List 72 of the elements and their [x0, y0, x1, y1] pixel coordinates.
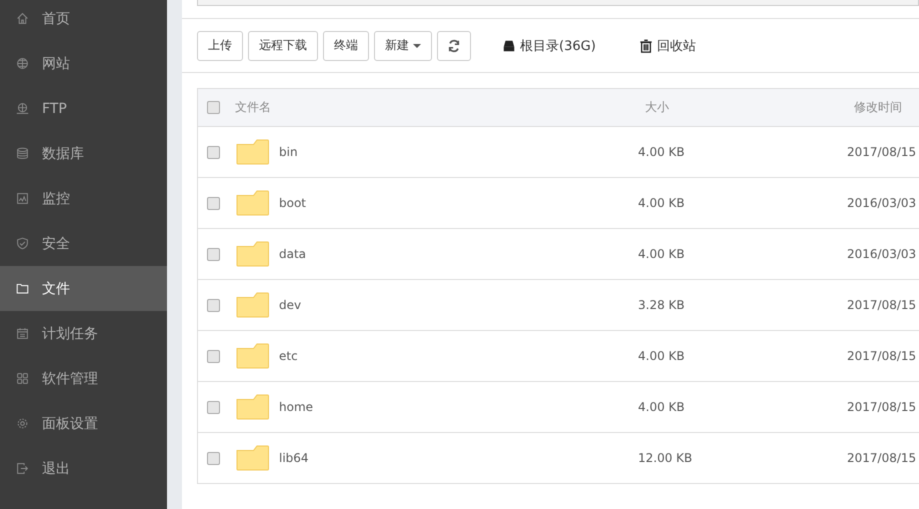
trash-icon — [638, 38, 653, 52]
file-size: 3.28 KB — [638, 298, 686, 312]
select-all-checkbox[interactable] — [207, 101, 220, 114]
sidebar-item[interactable]: 数据库 — [0, 131, 167, 176]
row-checkbox[interactable] — [207, 400, 220, 414]
column-header: 大小 — [644, 99, 670, 116]
toolbar-link[interactable]: 回收站 — [638, 36, 696, 54]
house-icon — [16, 12, 29, 25]
sidebar-item[interactable]: 面板设置 — [0, 401, 167, 446]
folder-icon — [236, 343, 269, 369]
file-name[interactable]: boot — [279, 196, 306, 210]
file-name[interactable]: data — [279, 247, 306, 261]
sidebar-item[interactable]: 软件管理 — [0, 356, 167, 401]
modified-time: 2017/08/15 — [847, 400, 918, 414]
row-checkbox[interactable] — [207, 298, 220, 312]
row-checkbox[interactable] — [207, 350, 220, 362]
sidebar-item[interactable]: 退出 — [0, 446, 167, 491]
globe-icon — [16, 57, 29, 70]
file-size: 4.00 KB — [638, 196, 686, 210]
file-size: 12.00 KB — [638, 451, 694, 465]
folder-icon — [16, 282, 29, 295]
exit-icon — [16, 462, 29, 475]
sidebar-item[interactable]: 首页 — [0, 0, 167, 41]
file-name[interactable]: bin — [279, 145, 298, 159]
file-name[interactable]: lib64 — [279, 451, 309, 465]
file-name[interactable]: home — [279, 400, 314, 414]
modified-time: 2016/03/03 — [847, 196, 918, 210]
file-size: 4.00 KB — [638, 145, 686, 159]
refresh-icon — [447, 38, 461, 52]
toolbar-button[interactable]: 远程下载 — [248, 30, 318, 60]
sidebar-item[interactable]: 文件 — [0, 266, 167, 311]
column-header: 修改时间 — [853, 99, 903, 116]
caret-icon — [413, 44, 421, 48]
sidebar-item[interactable]: 安全 — [0, 221, 167, 266]
file-size: 4.00 KB — [638, 349, 686, 363]
toolbar-button[interactable]: 终端 — [323, 30, 369, 60]
dropdown-button[interactable]: 新建 — [374, 30, 432, 60]
file-size: 4.00 KB — [638, 400, 686, 414]
file-name[interactable]: dev — [279, 298, 302, 312]
modified-time: 2017/08/15 — [847, 298, 918, 312]
row-checkbox[interactable] — [207, 248, 220, 260]
settings-icon — [16, 417, 29, 430]
folder-icon — [236, 394, 269, 420]
sidebar-item[interactable]: 计划任务 — [0, 311, 167, 356]
chart-icon — [16, 192, 29, 205]
row-checkbox[interactable] — [207, 196, 220, 210]
refresh-button[interactable] — [437, 30, 471, 60]
modified-time: 2017/08/15 — [847, 349, 918, 363]
modified-time: 2016/03/03 — [847, 247, 918, 261]
modified-time: 2017/08/15 — [847, 451, 918, 465]
sidebar-item[interactable]: FTP — [0, 86, 167, 131]
folder-icon — [236, 190, 269, 216]
folder-icon — [236, 292, 269, 318]
calendar-icon — [16, 327, 29, 340]
toolbar-button[interactable]: 上传 — [197, 30, 243, 60]
row-checkbox[interactable] — [207, 146, 220, 158]
database-icon — [16, 147, 29, 160]
grid-icon — [16, 372, 29, 385]
folder-icon — [236, 445, 269, 471]
file-name[interactable]: etc — [279, 349, 298, 363]
sidebar-item[interactable]: 监控 — [0, 176, 167, 221]
disk-icon — [502, 38, 516, 52]
folder-icon — [236, 139, 269, 165]
folder-icon — [236, 241, 269, 267]
column-header: 文件名 — [234, 99, 272, 116]
toolbar-link[interactable]: 根目录(36G) — [502, 36, 596, 54]
file-size: 4.00 KB — [638, 247, 686, 261]
row-checkbox[interactable] — [207, 452, 220, 464]
globe-icon — [16, 102, 29, 115]
shield-icon — [16, 237, 29, 250]
modified-time: 2017/08/15 — [847, 145, 918, 159]
sidebar-item[interactable]: 网站 — [0, 41, 167, 86]
